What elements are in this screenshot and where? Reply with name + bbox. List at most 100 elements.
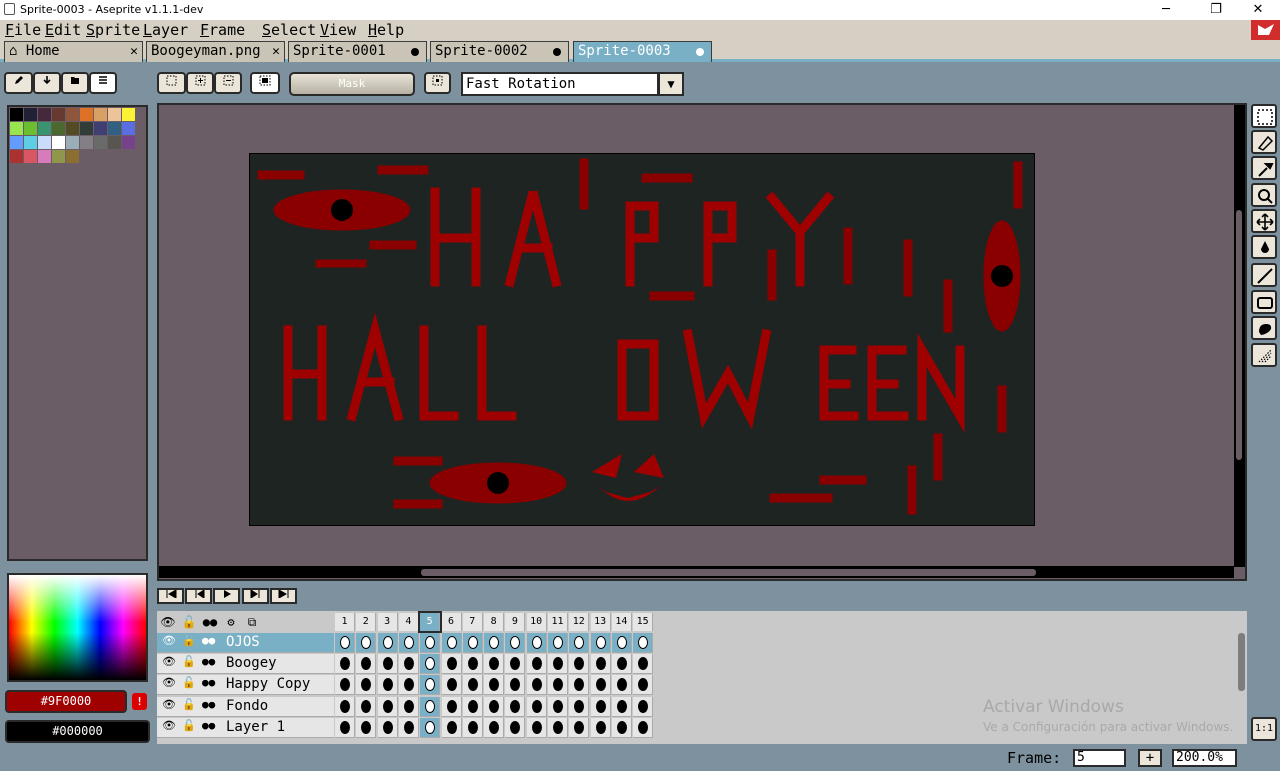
- frame-header[interactable]: 12: [569, 613, 590, 631]
- frame-header[interactable]: 13: [590, 613, 611, 631]
- cel[interactable]: [335, 675, 355, 696]
- cel[interactable]: [484, 633, 505, 653]
- tab-sprite-0002[interactable]: Sprite-0002: [430, 41, 569, 62]
- cel[interactable]: [420, 675, 441, 696]
- palette-swatch[interactable]: [108, 122, 121, 135]
- cel[interactable]: [420, 633, 441, 653]
- continuous-icon[interactable]: ●●: [202, 719, 215, 732]
- lock-icon[interactable]: 🔓: [182, 634, 196, 647]
- cel[interactable]: [505, 654, 526, 675]
- layer-row[interactable]: 👁 🔓 ●● Fondo: [157, 696, 334, 717]
- close-icon[interactable]: ✕: [130, 42, 138, 61]
- frame-header[interactable]: 10: [526, 613, 547, 631]
- cel[interactable]: [569, 717, 590, 738]
- palette-swatch[interactable]: [52, 108, 65, 121]
- cel[interactable]: [484, 675, 505, 696]
- cel[interactable]: [611, 654, 632, 675]
- tab-boogeyman[interactable]: Boogeyman.png ✕: [146, 41, 285, 62]
- cel[interactable]: [462, 696, 483, 717]
- cel[interactable]: [526, 675, 547, 696]
- cel[interactable]: [590, 675, 611, 696]
- foreground-color-button[interactable]: #9F0000: [5, 690, 127, 713]
- lock-icon[interactable]: 🔓: [179, 613, 199, 631]
- continuous-icon[interactable]: ●●: [202, 655, 215, 668]
- rotation-algorithm-select[interactable]: Fast Rotation: [461, 72, 659, 96]
- cel[interactable]: [569, 696, 590, 717]
- palette-swatch[interactable]: [24, 122, 37, 135]
- cel[interactable]: [484, 717, 505, 738]
- cel[interactable]: [590, 654, 611, 675]
- palette-swatch[interactable]: [66, 122, 79, 135]
- palette-swatch[interactable]: [24, 150, 37, 163]
- close-icon[interactable]: ✕: [272, 42, 280, 61]
- frame-header[interactable]: 14: [611, 613, 632, 631]
- selection-subtract-button[interactable]: [214, 72, 242, 94]
- layer-row[interactable]: 👁 🔓 ●● Happy Copy: [157, 675, 334, 696]
- palette-swatch[interactable]: [108, 136, 121, 149]
- cel[interactable]: [590, 696, 611, 717]
- frame-input[interactable]: 5: [1073, 749, 1126, 767]
- frame-header[interactable]: 11: [548, 613, 568, 631]
- palette-swatch[interactable]: [38, 122, 51, 135]
- palette-options-button[interactable]: [89, 72, 117, 94]
- maximize-button[interactable]: ❐: [1193, 0, 1239, 20]
- menu-view[interactable]: View: [320, 21, 356, 39]
- cel[interactable]: [611, 696, 632, 717]
- cel[interactable]: [633, 654, 654, 675]
- selection-replace-button[interactable]: [157, 72, 186, 94]
- cel[interactable]: [356, 696, 377, 717]
- one-to-one-button[interactable]: 1:1: [1251, 717, 1277, 741]
- warning-icon[interactable]: !: [132, 693, 147, 710]
- palette-swatch[interactable]: [94, 136, 107, 149]
- cel[interactable]: [611, 633, 632, 653]
- palette-swatch[interactable]: [80, 136, 93, 149]
- palette-swatch[interactable]: [122, 122, 135, 135]
- sprite-canvas[interactable]: [249, 153, 1035, 526]
- edit-palette-button[interactable]: [4, 72, 33, 94]
- menu-help[interactable]: Help: [368, 21, 404, 39]
- tab-home[interactable]: ⌂ Home ✕: [4, 41, 143, 62]
- menu-file[interactable]: File: [5, 21, 41, 39]
- tool-line[interactable]: [1251, 263, 1277, 287]
- cel[interactable]: [356, 633, 377, 653]
- cel[interactable]: [590, 717, 611, 738]
- cel[interactable]: [335, 633, 355, 653]
- palette-swatch[interactable]: [80, 122, 93, 135]
- cel[interactable]: [569, 654, 590, 675]
- eye-icon[interactable]: 👁: [162, 634, 176, 647]
- cel[interactable]: [462, 717, 483, 738]
- frame-header[interactable]: 15: [633, 613, 654, 631]
- tool-eyedropper[interactable]: [1251, 156, 1277, 180]
- frame-header[interactable]: 5: [418, 611, 443, 633]
- tool-marquee[interactable]: [1251, 104, 1277, 128]
- frame-header[interactable]: 3: [377, 613, 398, 631]
- menu-frame[interactable]: Frame: [200, 21, 245, 39]
- palette-swatch[interactable]: [10, 122, 23, 135]
- cel[interactable]: [548, 696, 568, 717]
- continuous-icon[interactable]: ●●: [202, 634, 215, 647]
- palette-swatch[interactable]: [10, 108, 23, 121]
- chevron-down-icon[interactable]: ▼: [658, 72, 684, 96]
- palette-swatch[interactable]: [94, 108, 107, 121]
- lock-icon[interactable]: 🔓: [182, 698, 196, 711]
- eye-icon[interactable]: 👁: [162, 655, 176, 668]
- continuous-icon[interactable]: ●●: [200, 613, 220, 631]
- gear-icon[interactable]: ⚙: [221, 613, 241, 631]
- tool-blur[interactable]: [1251, 343, 1277, 367]
- cel[interactable]: [462, 675, 483, 696]
- menu-edit[interactable]: Edit: [45, 21, 81, 39]
- cel[interactable]: [356, 717, 377, 738]
- cel[interactable]: [484, 654, 505, 675]
- cel[interactable]: [526, 654, 547, 675]
- cel[interactable]: [441, 654, 462, 675]
- minimize-button[interactable]: ─: [1143, 0, 1189, 20]
- palette-swatch[interactable]: [10, 136, 23, 149]
- last-frame-button[interactable]: [270, 588, 297, 604]
- tab-sprite-0003[interactable]: Sprite-0003: [573, 41, 712, 62]
- cel[interactable]: [398, 675, 419, 696]
- cel[interactable]: [356, 654, 377, 675]
- tool-fill[interactable]: [1251, 235, 1277, 259]
- cel[interactable]: [441, 717, 462, 738]
- previous-frame-button[interactable]: [185, 588, 212, 604]
- continuous-icon[interactable]: ●●: [202, 676, 215, 689]
